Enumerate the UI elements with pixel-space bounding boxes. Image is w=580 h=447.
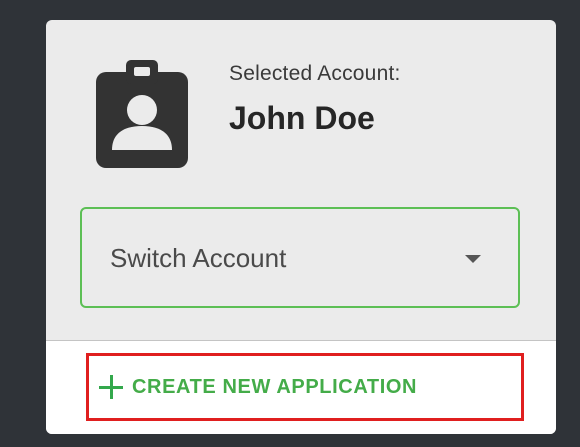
create-new-application-button[interactable]: CREATE NEW APPLICATION <box>86 353 524 421</box>
account-name: John Doe <box>229 100 375 136</box>
switch-account-label: Switch Account <box>110 243 287 273</box>
selected-account-label: Selected Account: <box>229 62 401 85</box>
account-card: Selected Account: John Doe Switch Accoun… <box>46 20 556 434</box>
caret-down-icon <box>465 255 481 263</box>
card-footer: CREATE NEW APPLICATION <box>46 341 556 434</box>
switch-account-select[interactable]: Switch Account <box>80 207 520 308</box>
account-badge-icon <box>96 60 188 168</box>
selected-account-section: Selected Account: John Doe <box>46 20 556 200</box>
plus-icon <box>99 375 123 399</box>
create-new-application-label: CREATE NEW APPLICATION <box>132 375 418 398</box>
